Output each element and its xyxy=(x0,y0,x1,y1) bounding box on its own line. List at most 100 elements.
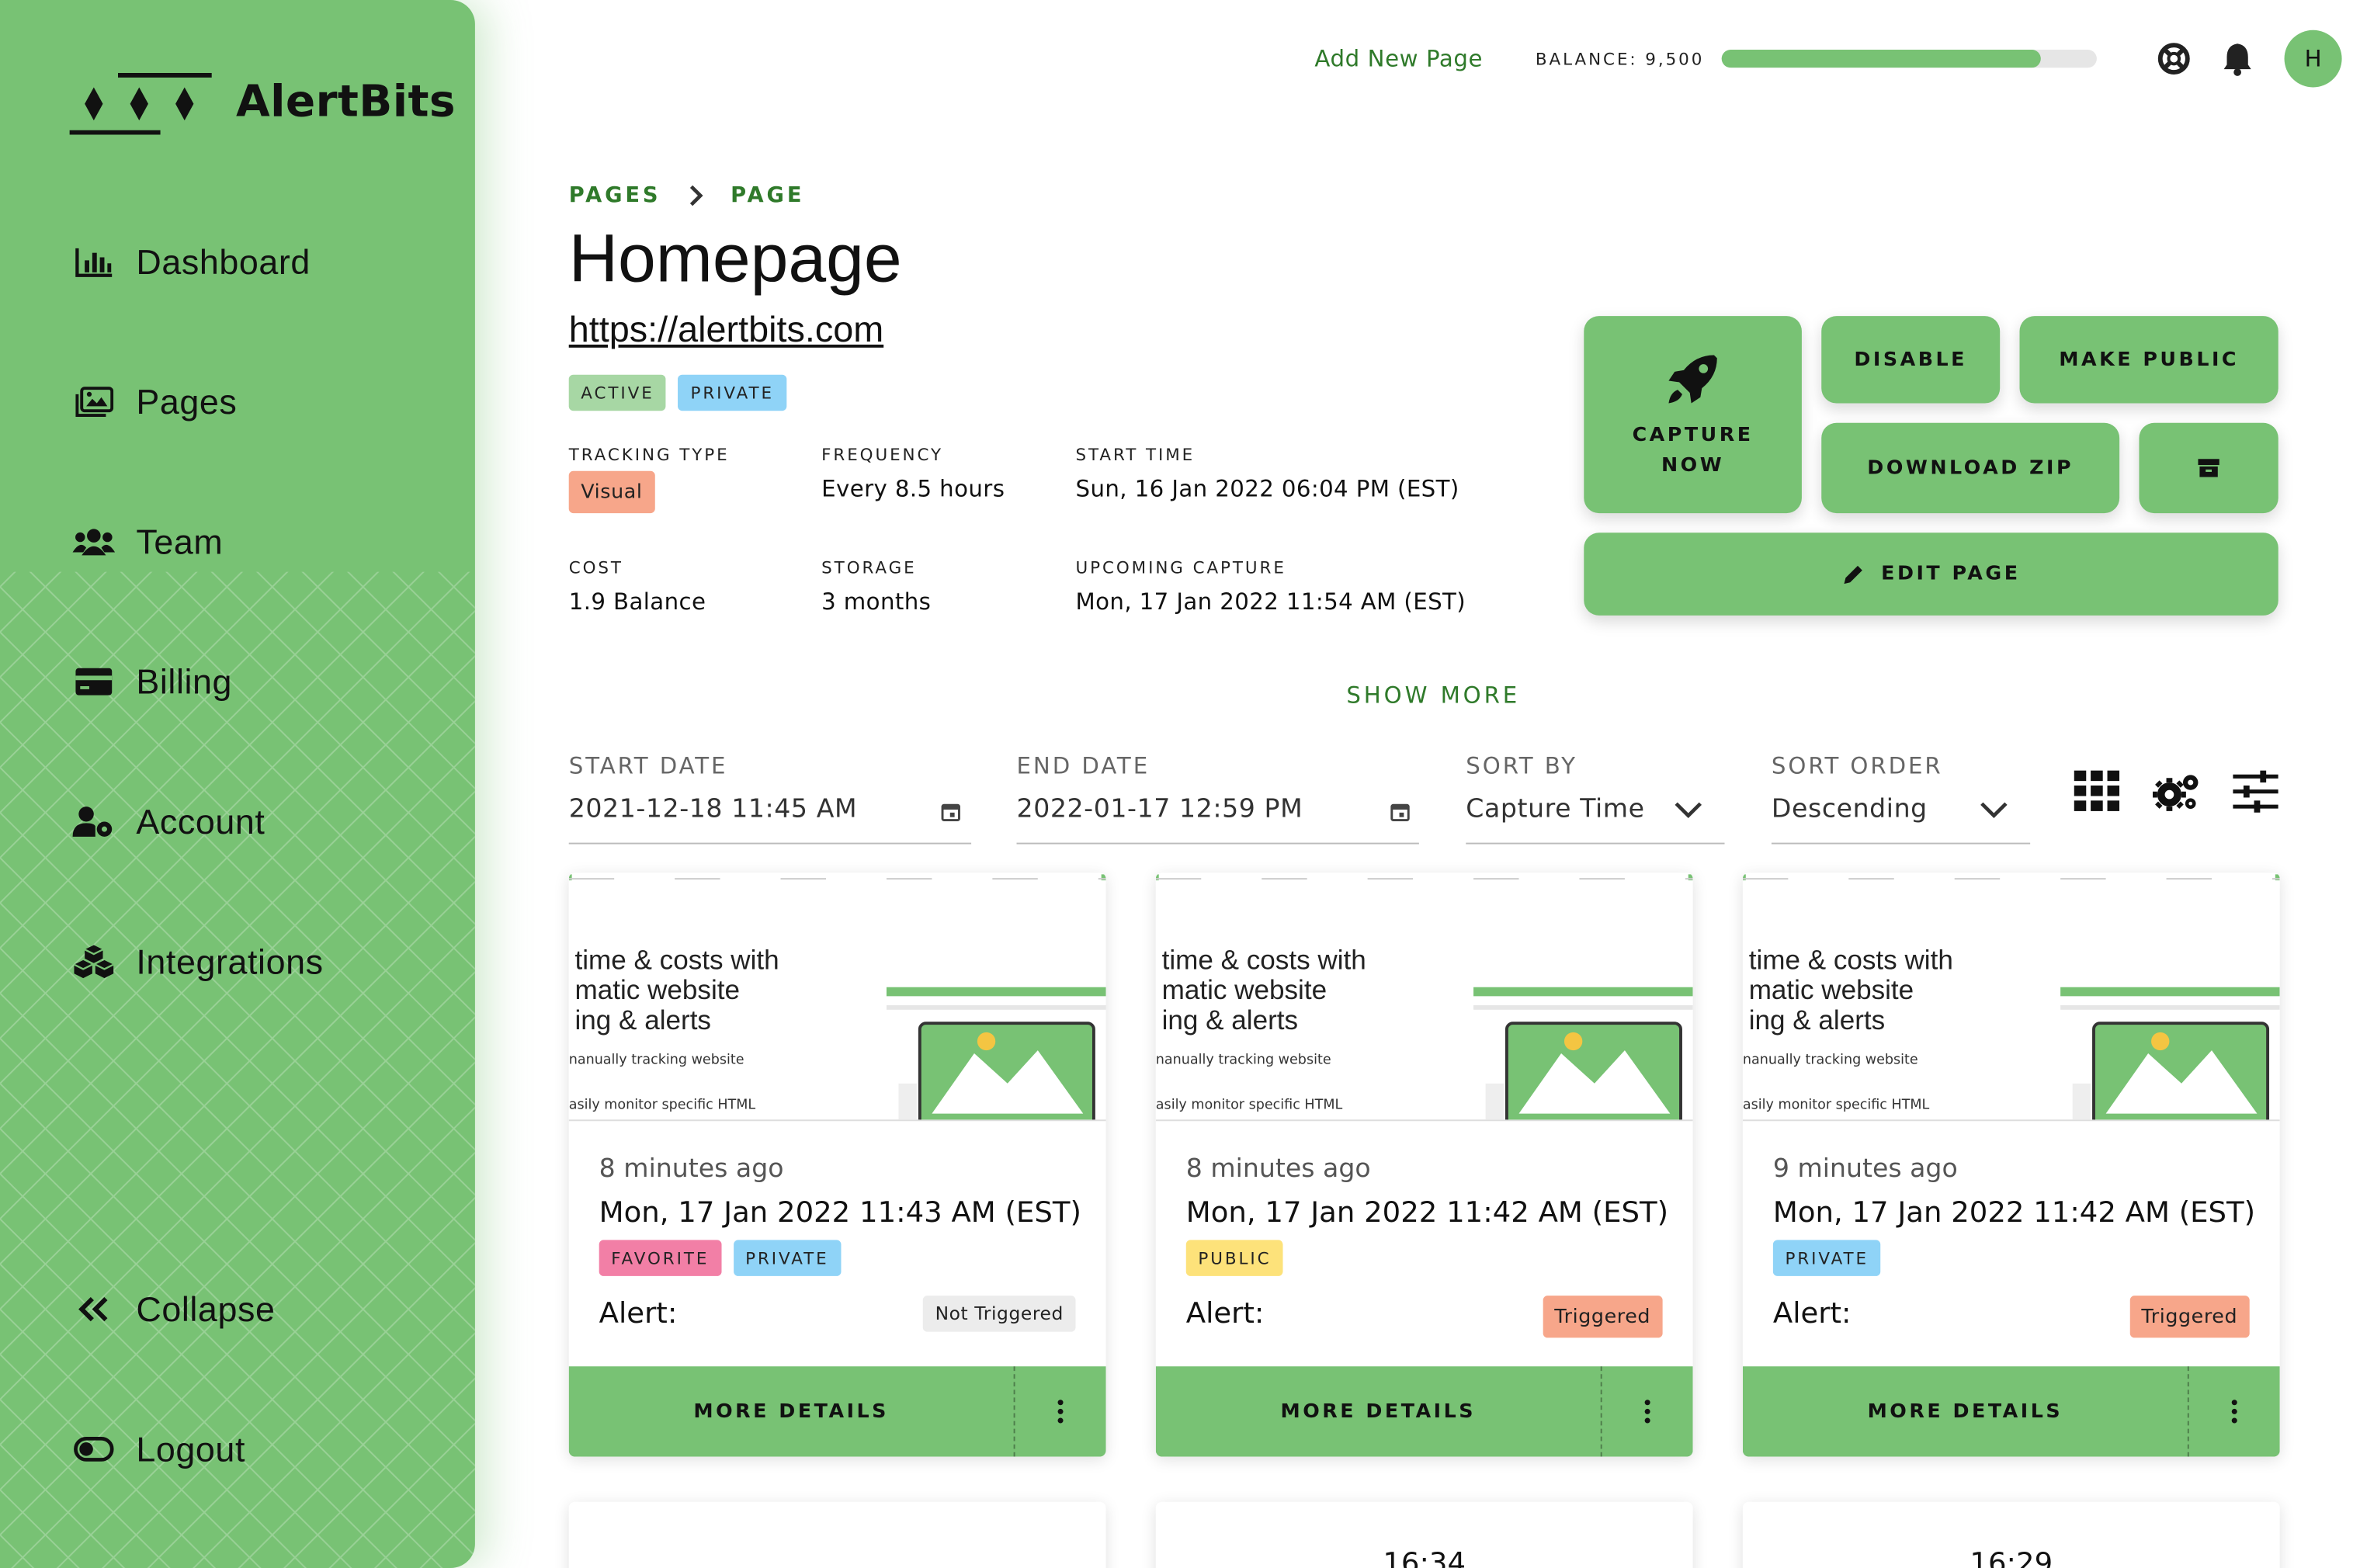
capture-card[interactable]: time & costs with matic website ing & al… xyxy=(1742,872,2280,1457)
card-footer: MORE DETAILS xyxy=(1742,1366,2280,1457)
alert-status-badge: Not Triggered xyxy=(922,1296,1076,1332)
chart-bar-icon xyxy=(73,241,116,283)
public-chip: PUBLIC xyxy=(1185,1240,1284,1276)
more-details-button[interactable]: MORE DETAILS xyxy=(569,1366,1015,1457)
capture-card-partial: 16:34 xyxy=(1155,1501,1693,1568)
user-cog-icon xyxy=(72,800,116,842)
cost-value: 1.9 Balance xyxy=(568,588,706,616)
sort-by-underline xyxy=(1466,842,1725,845)
disable-button[interactable]: DISABLE xyxy=(1821,316,2001,404)
chevron-down-icon[interactable] xyxy=(1979,797,2009,826)
capture-thumbnail[interactable]: time & costs with matic website ing & al… xyxy=(1742,872,2280,1122)
logo-mark-icon xyxy=(69,73,212,135)
start-date-underline xyxy=(568,842,972,845)
images-icon xyxy=(73,380,116,422)
thumbnail-line: asily monitor specific HTML xyxy=(1155,1098,1343,1114)
more-details-button[interactable]: MORE DETAILS xyxy=(1743,1366,2189,1457)
thumbnail-headline: time & costs with matic website ing & al… xyxy=(1748,945,1953,1036)
capture-thumbnail[interactable]: time & costs with matic website ing & al… xyxy=(1155,872,1693,1122)
balance-progress-fill xyxy=(1721,49,2041,68)
double-chevron-left-icon xyxy=(73,1288,116,1330)
kebab-menu-icon[interactable] xyxy=(1015,1366,1106,1456)
sidebar-item-label: Pages xyxy=(136,381,238,421)
upcoming-capture-label: UPCOMING CAPTURE xyxy=(1075,558,1286,578)
start-date-label: START DATE xyxy=(568,752,728,780)
sidebar-item-label: Billing xyxy=(136,661,233,701)
alert-label: Alert: xyxy=(599,1297,678,1330)
start-time-value: Sun, 16 Jan 2022 06:04 PM (EST) xyxy=(1075,475,1459,503)
chevron-down-icon[interactable] xyxy=(1673,797,1703,826)
sliders-icon[interactable] xyxy=(2233,770,2278,819)
sidebar-item-pages[interactable]: Pages xyxy=(73,372,238,432)
edit-page-button[interactable]: EDIT PAGE xyxy=(1584,532,2278,616)
more-details-button[interactable]: MORE DETAILS xyxy=(1156,1366,1602,1457)
sidebar-item-account[interactable]: Account xyxy=(72,792,266,852)
logout-button[interactable]: Logout xyxy=(73,1419,245,1480)
sidebar-item-label: Account xyxy=(136,801,266,841)
kebab-menu-icon[interactable] xyxy=(1602,1366,1693,1456)
kebab-menu-icon[interactable] xyxy=(2189,1366,2280,1456)
page-status-chips: ACTIVE PRIVATE xyxy=(568,374,786,411)
grid-view-icon[interactable] xyxy=(2074,770,2120,819)
make-public-button[interactable]: MAKE PUBLIC xyxy=(2019,316,2278,404)
end-date-underline xyxy=(1016,842,1419,845)
avatar-initial: H xyxy=(2304,45,2322,73)
breadcrumb-pages[interactable]: PAGES xyxy=(569,184,661,208)
capture-card[interactable]: time & costs with matic website ing & al… xyxy=(568,872,1106,1457)
sort-order-select[interactable]: Descending xyxy=(1772,795,1928,825)
page-url-link[interactable]: https://alertbits.com xyxy=(569,310,883,352)
capture-date: Mon, 17 Jan 2022 11:43 AM (EST) xyxy=(599,1196,1081,1230)
capture-now-line2: NOW xyxy=(1661,453,1725,477)
page-title: Homepage xyxy=(568,220,902,297)
avatar[interactable]: H xyxy=(2284,29,2342,88)
balance-label: BALANCE: 9,500 xyxy=(1535,49,1705,70)
logout-label: Logout xyxy=(136,1428,245,1469)
active-chip: ACTIVE xyxy=(568,374,667,411)
add-new-page-link[interactable]: Add New Page xyxy=(1314,45,1483,72)
gears-icon[interactable] xyxy=(2153,771,2201,819)
cubes-icon xyxy=(73,941,116,983)
sidebar: AlertBits Dashboard Pages Team Billing A… xyxy=(0,0,475,1568)
capture-now-button[interactable]: CAPTURE NOW xyxy=(1584,316,1802,514)
collapse-label: Collapse xyxy=(136,1289,276,1328)
archive-button[interactable] xyxy=(2139,422,2278,514)
sort-by-select[interactable]: Capture Time xyxy=(1466,795,1644,825)
sort-order-label: SORT ORDER xyxy=(1771,752,1943,780)
capture-clock: 16:29 xyxy=(1970,1546,2053,1568)
capture-relative-time: 8 minutes ago xyxy=(1185,1153,1371,1185)
upcoming-capture-value: Mon, 17 Jan 2022 11:54 AM (EST) xyxy=(1075,588,1466,616)
capture-date: Mon, 17 Jan 2022 11:42 AM (EST) xyxy=(1772,1196,2256,1230)
calendar-icon[interactable] xyxy=(1390,799,1410,827)
thumbnail-line: nanually tracking website xyxy=(1742,1053,1918,1069)
thumbnail-line: asily monitor specific HTML xyxy=(1742,1098,1930,1114)
capture-thumbnail[interactable]: time & costs with matic website ing & al… xyxy=(568,872,1106,1122)
capture-relative-time: 8 minutes ago xyxy=(599,1153,784,1185)
bell-icon[interactable] xyxy=(2221,40,2254,82)
capture-card[interactable]: time & costs with matic website ing & al… xyxy=(1155,872,1693,1457)
end-date-field[interactable]: 2022-01-17 12:59 PM xyxy=(1017,795,1303,825)
private-chip: PRIVATE xyxy=(733,1240,842,1276)
favorite-chip: FAVORITE xyxy=(599,1240,721,1276)
support-icon[interactable] xyxy=(2157,42,2191,81)
sidebar-item-integrations[interactable]: Integrations xyxy=(73,931,324,992)
show-more-link[interactable]: SHOW MORE xyxy=(1346,682,1520,709)
alert-label: Alert: xyxy=(1772,1297,1852,1330)
start-date-field[interactable]: 2021-12-18 11:45 AM xyxy=(569,795,857,825)
brand-logo[interactable]: AlertBits xyxy=(67,66,456,135)
sidebar-item-team[interactable]: Team xyxy=(72,512,224,572)
sidebar-item-billing[interactable]: Billing xyxy=(73,651,233,712)
card-footer: MORE DETAILS xyxy=(1155,1366,1693,1457)
balance-progress-bar xyxy=(1721,49,2097,68)
users-icon xyxy=(72,521,116,563)
archive-icon xyxy=(2197,457,2221,478)
tracking-type-label: TRACKING TYPE xyxy=(568,445,730,466)
collapse-button[interactable]: Collapse xyxy=(73,1279,276,1340)
rocket-icon xyxy=(1663,349,1723,409)
download-zip-button[interactable]: DOWNLOAD ZIP xyxy=(1821,422,2120,514)
private-chip: PRIVATE xyxy=(678,374,786,411)
sidebar-item-label: Team xyxy=(136,521,224,561)
sidebar-item-dashboard[interactable]: Dashboard xyxy=(73,232,311,293)
calendar-icon[interactable] xyxy=(941,799,960,827)
start-time-label: START TIME xyxy=(1075,445,1196,466)
alert-status-badge: Triggered xyxy=(2129,1296,2250,1338)
